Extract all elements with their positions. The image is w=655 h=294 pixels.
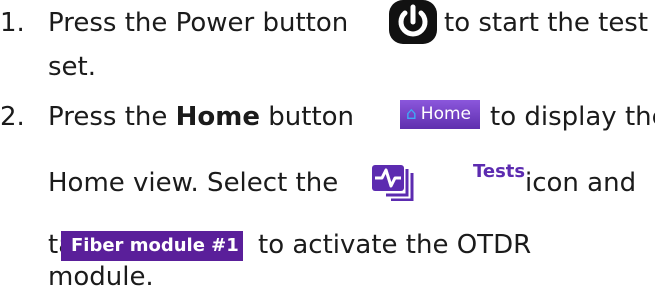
step-1-line-2: set. xyxy=(48,52,97,82)
step-2-number: 2. xyxy=(0,102,25,132)
step-2-line-4: module. xyxy=(48,262,154,292)
step-1-line-1: 1. Press the Power button xyxy=(0,6,348,40)
tests-label: Tests xyxy=(473,161,526,182)
home-icon: ⌂ xyxy=(406,104,417,124)
step-2-line-1: 2. Press the Home button xyxy=(0,100,354,134)
step-2-prefix: Press the xyxy=(48,102,168,132)
step-2-line-2-after: icon and xyxy=(525,168,637,198)
home-button-label: Home xyxy=(420,104,471,124)
home-button[interactable]: ⌂ Home xyxy=(400,100,480,129)
step-2-line-1-after: to display the xyxy=(490,102,655,132)
step-2-mid: button xyxy=(268,102,355,132)
power-icon xyxy=(389,0,437,44)
step-2-line-3-after: to activate the OTDR xyxy=(258,230,532,260)
step-2-line-2-before: Home view. Select the xyxy=(48,168,339,198)
tests-icon xyxy=(372,163,457,202)
step-1-number: 1. xyxy=(0,8,25,38)
step-2-bold-home: Home xyxy=(175,102,260,132)
fiber-module-button[interactable]: Fiber module #1 xyxy=(61,231,243,261)
step-1-text-before-icon: Press the Power button xyxy=(48,8,349,38)
step-1-text-after-icon: to start the test xyxy=(444,8,649,38)
